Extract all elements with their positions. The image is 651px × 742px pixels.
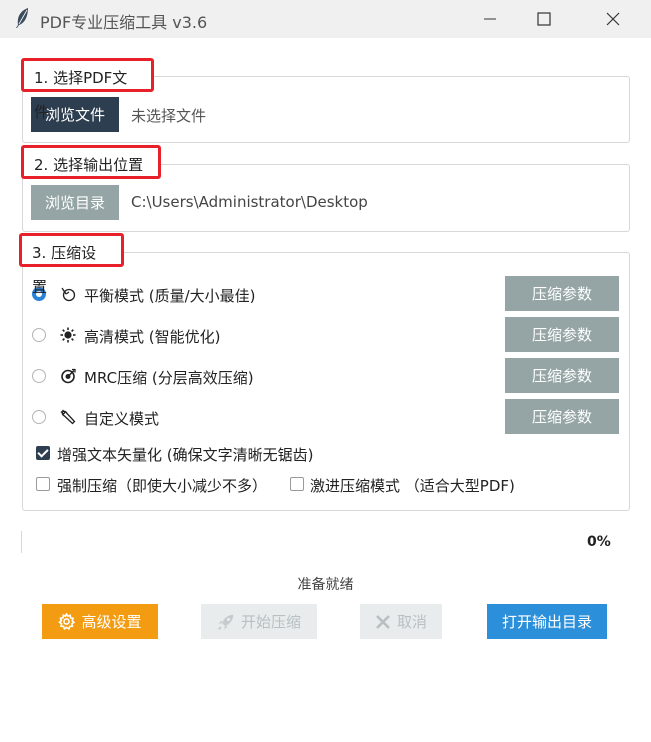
progress-bar: [21, 531, 584, 553]
mode-hd-label: 高清模式 (智能优化): [84, 328, 221, 346]
param-button-custom[interactable]: 压缩参数: [505, 399, 619, 434]
title-bar: PDF专业压缩工具 v3.6: [0, 0, 651, 38]
window-title: PDF专业压缩工具 v3.6: [40, 13, 208, 32]
browse-directory-button[interactable]: 浏览目录: [31, 185, 119, 220]
target-icon: [59, 367, 77, 385]
mode-hd-radio[interactable]: [32, 328, 46, 342]
maximize-button[interactable]: [521, 0, 567, 38]
param-button-balanced[interactable]: 压缩参数: [505, 276, 619, 311]
cancel-label: 取消: [396, 613, 427, 631]
section-title-file: 1. 选择PDF文件: [21, 58, 154, 121]
mode-balanced-label: 平衡模式 (质量/大小最佳): [84, 287, 256, 305]
close-button[interactable]: [590, 0, 636, 38]
output-path: C:\Users\Administrator\Desktop: [131, 193, 368, 211]
advanced-settings-button[interactable]: 高级设置: [42, 604, 158, 639]
mode-custom-label: 自定义模式: [84, 410, 160, 428]
rocket-icon: [217, 613, 235, 631]
sun-icon: [59, 326, 77, 344]
cancel-button[interactable]: 取消: [360, 604, 442, 639]
start-compress-label: 开始压缩: [240, 613, 301, 631]
feather-icon: [14, 7, 30, 29]
vectorize-text-checkbox[interactable]: [36, 446, 50, 460]
open-output-dir-button[interactable]: 打开输出目录: [487, 604, 607, 639]
aggressive-mode-checkbox[interactable]: [290, 477, 304, 491]
section-title-compression: 3. 压缩设置: [19, 233, 124, 296]
param-button-mrc[interactable]: 压缩参数: [505, 358, 619, 393]
start-compress-button[interactable]: 开始压缩: [201, 604, 317, 639]
balance-icon: [59, 285, 77, 303]
progress-percent: 0%: [587, 534, 611, 550]
close-icon: [375, 614, 391, 630]
section-title-output: 2. 选择输出位置: [21, 145, 161, 179]
minimize-button[interactable]: [467, 0, 513, 38]
aggressive-mode-label: 激进压缩模式 （适合大型PDF): [310, 477, 515, 495]
param-button-hd[interactable]: 压缩参数: [505, 317, 619, 352]
mode-mrc-radio[interactable]: [32, 369, 46, 383]
force-compress-checkbox[interactable]: [36, 477, 50, 491]
file-status: 未选择文件: [131, 107, 207, 125]
mode-custom-radio[interactable]: [32, 410, 46, 424]
status-text: 准备就绪: [297, 577, 354, 593]
mode-mrc-label: MRC压缩 (分层高效压缩): [84, 369, 254, 387]
force-compress-label: 强制压缩（即使大小减少不多）: [57, 477, 268, 495]
vectorize-text-label: 增强文本矢量化 (确保文字清晰无锯齿): [57, 446, 314, 464]
advanced-settings-label: 高级设置: [81, 613, 142, 631]
wrench-icon: [59, 408, 77, 426]
gear-icon: [58, 613, 76, 630]
